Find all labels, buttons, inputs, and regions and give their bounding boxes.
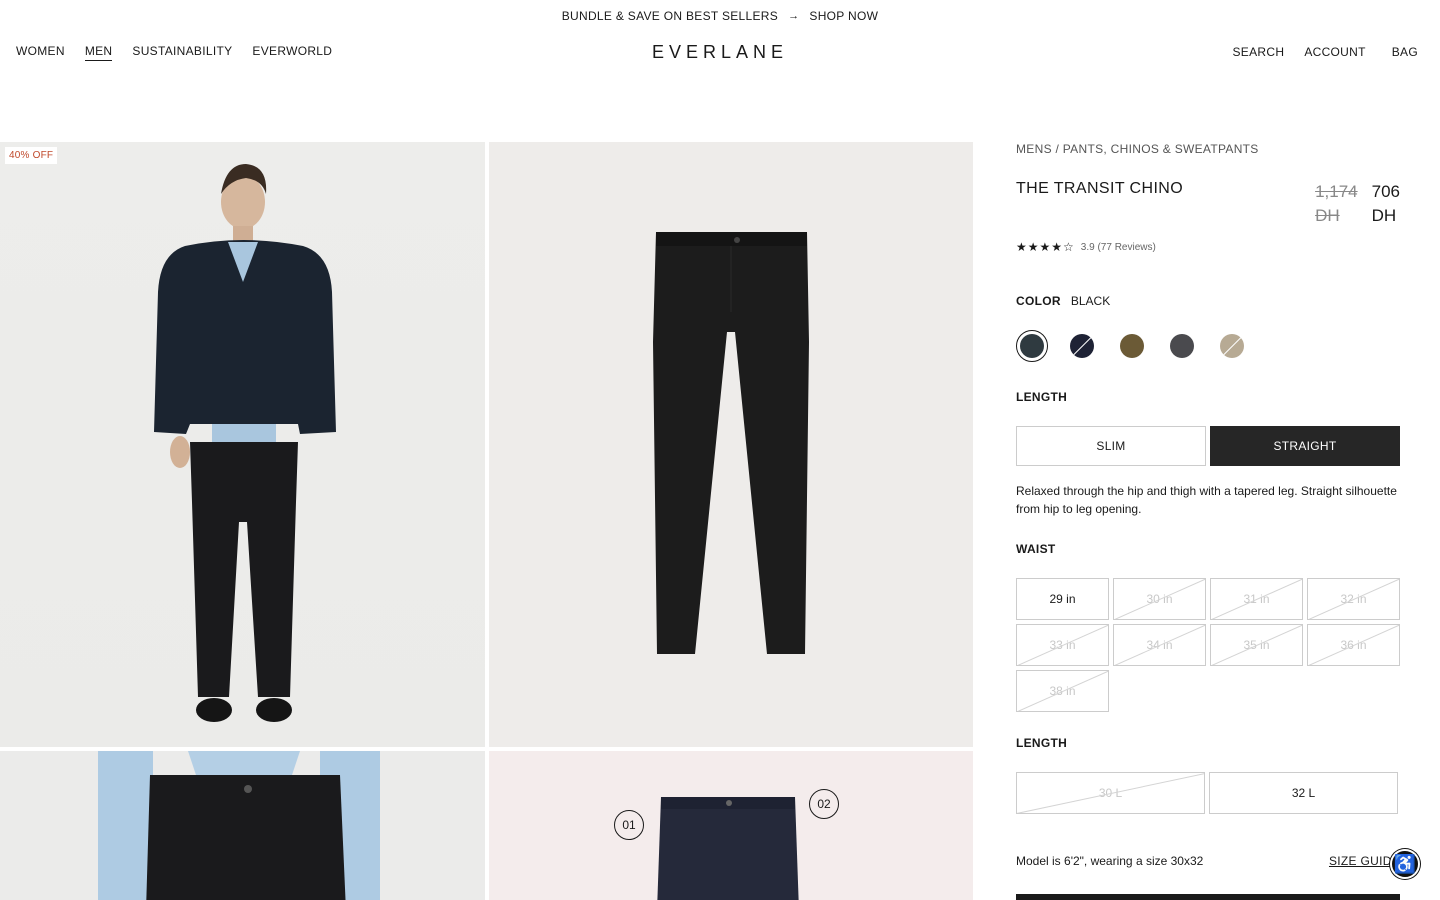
color-swatch-khaki[interactable] [1216,330,1248,362]
product-image-flat[interactable] [489,142,973,747]
color-swatch-charcoal[interactable] [1166,330,1198,362]
fit-slim-button[interactable]: SLIM [1016,426,1206,466]
account-link[interactable]: ACCOUNT [1304,45,1365,59]
title-row: THE TRANSIT CHINO 1,174 DH 706 DH [1016,180,1400,230]
breadcrumb[interactable]: MENS / PANTS, CHINOS & SWEATPANTS [1016,142,1400,156]
rating[interactable]: ★★★★☆ 3.9 (77 Reviews) [1016,240,1400,254]
product-image-detail[interactable] [0,751,485,900]
star-rating-icon: ★★★★☆ [1016,240,1075,254]
color-value: BLACK [1070,294,1111,308]
fit-label: LENGTH [1016,390,1068,404]
nav-right: SEARCH ACCOUNT BAG [1233,45,1419,59]
sale-price-amount: 706 [1371,182,1400,201]
fit-description: Relaxed through the hip and thigh with a… [1016,484,1397,516]
waist-size-option[interactable]: 36 in [1307,624,1400,666]
product-image-comparison[interactable]: 01 02 [489,751,973,900]
color-swatch-navy[interactable] [1066,330,1098,362]
unavailable-slash [1072,335,1093,357]
product-gallery: 40% OFF 01 02 [0,142,973,900]
arrow-right-icon: → [788,10,800,22]
rating-text[interactable]: 3.9 (77 Reviews) [1081,242,1156,253]
add-to-bag-button[interactable] [1016,894,1400,900]
callout-02: 02 [809,789,839,819]
length-label: LENGTH [1016,736,1068,750]
waist-size-option[interactable]: 30 in [1113,578,1206,620]
swatch-dot [1020,334,1044,358]
original-price-amount: 1,174 [1315,182,1358,201]
color-swatches [1016,330,1400,362]
length-size-grid: 30 L 32 L [1016,772,1400,814]
promo-cta[interactable]: SHOP NOW [809,9,878,23]
product-details: MENS / PANTS, CHINOS & SWEATPANTS THE TR… [1016,142,1400,874]
accessibility-icon[interactable]: ♿ [1390,849,1420,879]
color-swatch-black[interactable] [1016,330,1048,362]
length-size-option[interactable]: 32 L [1209,772,1398,814]
color-swatch-olive[interactable] [1116,330,1148,362]
swatch-dot [1170,334,1194,358]
waist-size-option[interactable]: 35 in [1210,624,1303,666]
swatch-dot [1120,334,1144,358]
sale-price: 706 DH [1372,180,1400,228]
discount-badge: 40% OFF [5,147,58,164]
main-nav: WOMEN MEN SUSTAINABILITY EVERWORLD EVERL… [0,36,1440,68]
waist-size-option[interactable]: 32 in [1307,578,1400,620]
unavailable-slash [1222,335,1243,357]
waist-size-option[interactable]: 29 in [1016,578,1109,620]
swatch-dot [1220,334,1244,358]
model-info: Model is 6'2", wearing a size 30x32 SIZE… [1016,854,1400,874]
product-image-model[interactable]: 40% OFF [0,142,485,747]
model-text: Model is 6'2", wearing a size 30x32 [1016,854,1204,868]
waist-size-option[interactable]: 38 in [1016,670,1109,712]
price: 1,174 DH 706 DH [1315,180,1400,228]
promo-banner[interactable]: BUNDLE & SAVE ON BEST SELLERS → SHOP NOW [0,0,1440,32]
waist-size-option[interactable]: 34 in [1113,624,1206,666]
length-size-option[interactable]: 30 L [1016,772,1205,814]
color-label: COLOR [1016,294,1061,308]
search-link[interactable]: SEARCH [1233,45,1285,59]
waist-size-option[interactable]: 31 in [1210,578,1303,620]
original-price: 1,174 DH [1315,180,1358,228]
fit-options: SLIM STRAIGHT [1016,426,1400,466]
swatch-dot [1070,334,1094,358]
detail-illustration [98,751,380,900]
callout-01: 01 [614,810,644,840]
original-price-currency: DH [1315,206,1340,225]
waist-size-option[interactable]: 33 in [1016,624,1109,666]
color-row: COLOR BLACK [1016,294,1400,308]
comparison-illustration [657,797,799,900]
promo-text: BUNDLE & SAVE ON BEST SELLERS [561,9,779,23]
waist-size-grid: 29 in 30 in 31 in 32 in 33 in 34 in 35 in 36 in… [1016,578,1400,712]
sale-price-currency: DH [1371,206,1397,225]
pants-illustration [653,232,809,654]
fit-straight-button[interactable]: STRAIGHT [1210,426,1400,466]
model-illustration [154,164,336,722]
waist-label: WAIST [1016,542,1056,556]
logo[interactable]: EVERLANE [0,42,1440,63]
bag-link[interactable]: BAG [1392,45,1418,59]
